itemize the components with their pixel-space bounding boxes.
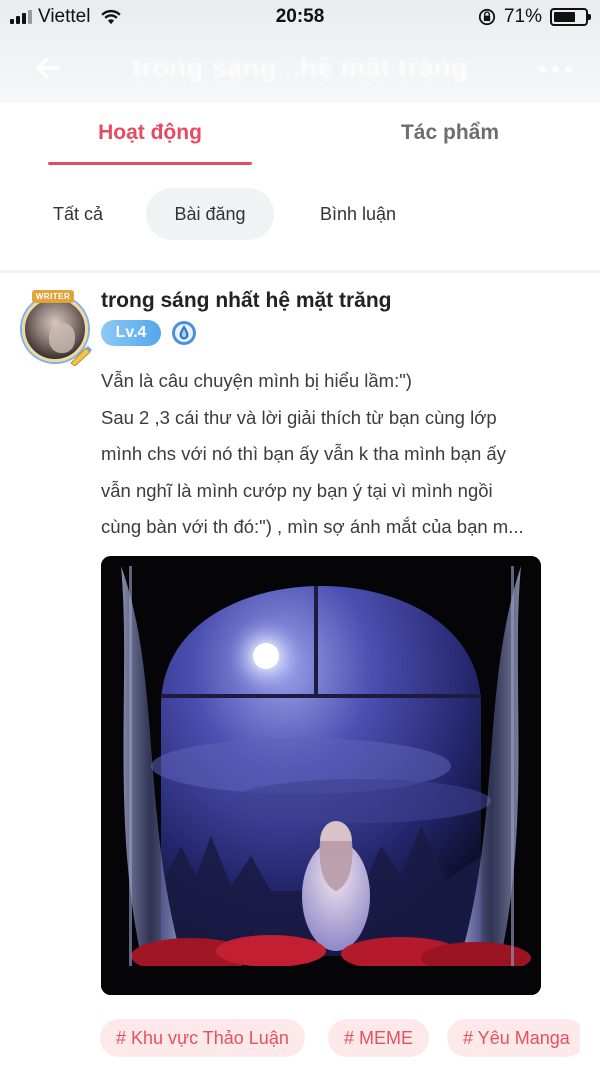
sub-tabs: Tất cả Bài đăng Bình luận [0,188,600,240]
battery-icon [550,8,591,26]
section-divider [0,270,600,273]
back-arrow-icon[interactable] [30,50,66,86]
post-text-line: Sau 2 ,3 cái thư và lời giải thích từ bạ… [101,406,497,428]
header: Viettel 20:58 71% trong sáng...hệ mặt tr… [0,0,600,103]
battery-percent: 71% [503,6,542,27]
post-text-line: cùng bàn với th đó:") , mìn sợ ánh mắt c… [101,516,524,538]
tag-chip[interactable]: # Khu vực Thảo Luận [100,1019,305,1057]
author-name[interactable]: trong sáng nhất hệ mặt trăng [101,289,392,313]
navbar: trong sáng...hệ mặt trăng [0,40,600,96]
tag-chip[interactable]: # Yêu Manga [447,1019,580,1057]
post-body[interactable]: Vẫn là câu chuyện mình bị hiểu lầm:") Sa… [101,363,581,546]
post-tags: # Khu vực Thảo Luận # MEME # Yêu Manga [100,1019,580,1059]
level-badge: Lv.4 [101,320,161,346]
battery-fill [554,12,575,22]
tab-activity[interactable]: Hoạt động [48,121,252,145]
main-tabs: Hoạt động Tác phẩm [0,103,600,165]
writer-badge: WRITER [32,290,74,303]
status-bar: Viettel 20:58 71% [0,0,600,34]
tag-chip[interactable]: # MEME [328,1019,430,1057]
active-tab-indicator [48,162,252,165]
page-title: trong sáng...hệ mặt trăng [131,52,469,83]
filter-posts[interactable]: Bài đăng [146,188,274,240]
rotation-lock-icon [478,8,496,26]
post-text-line: mình chs với nó thì bạn ấy vẫn k tha mìn… [101,443,506,465]
post-image[interactable] [101,556,541,995]
tab-works[interactable]: Tác phẩm [350,121,550,145]
author-avatar[interactable]: WRITER [18,290,94,368]
post-text-line: vẫn nghĩ là mình cướp ny bạn ý tại vì mì… [101,479,493,501]
status-right: 71% [478,6,591,28]
moonlit-window-illustration [101,556,541,995]
rank-drop-icon [172,321,196,345]
pen-icon [70,346,92,366]
more-dots-icon[interactable] [539,66,572,73]
post-text-line: Vẫn là câu chuyện mình bị hiểu lầm:") [101,370,412,391]
filter-comments[interactable]: Bình luận [298,188,418,240]
filter-all[interactable]: Tất cả [30,188,126,240]
